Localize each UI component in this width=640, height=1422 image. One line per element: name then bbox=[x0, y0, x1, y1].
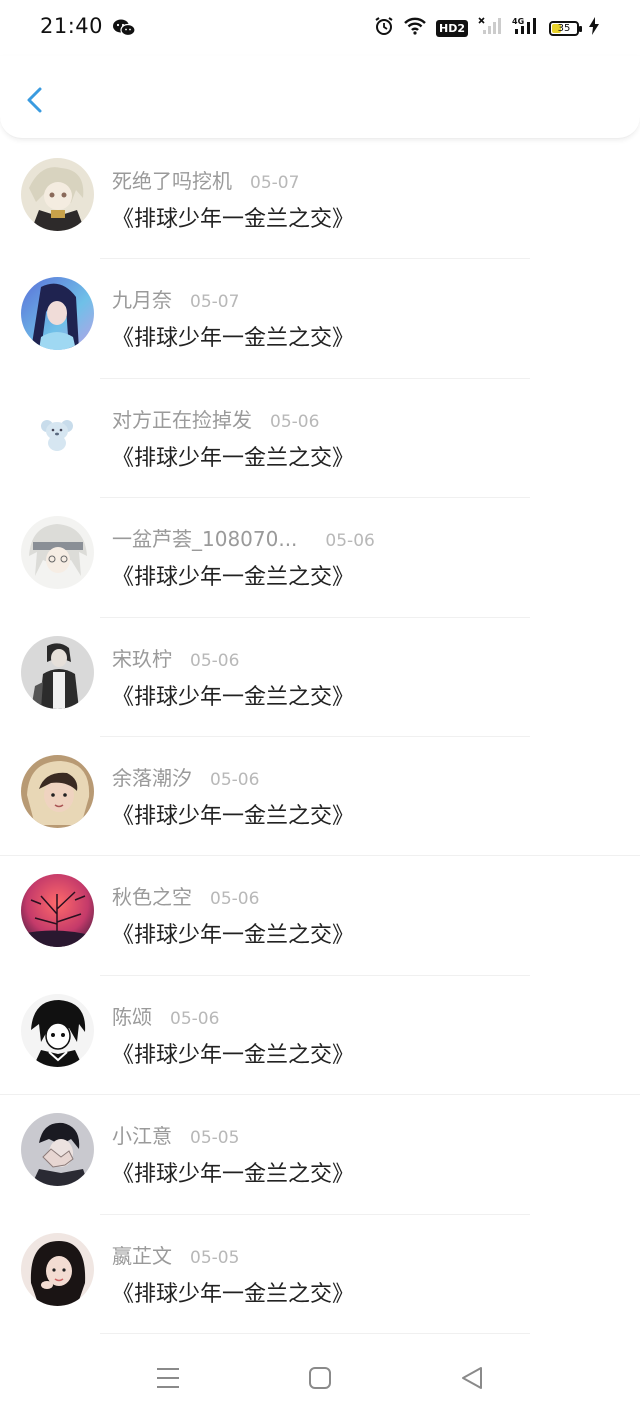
avatar[interactable] bbox=[21, 158, 94, 231]
svg-text:4G: 4G bbox=[512, 17, 524, 26]
user-name: 死绝了吗挖机 bbox=[112, 169, 232, 193]
item-date: 05-07 bbox=[190, 292, 240, 313]
hd-badge: HD2 bbox=[436, 19, 468, 37]
list-item[interactable]: 陈颂 05-06 《排球少年一金兰之交》 bbox=[0, 976, 640, 1096]
list-item[interactable]: 一盆芦荟_108070... 05-06 《排球少年一金兰之交》 bbox=[0, 498, 640, 618]
item-date: 05-07 bbox=[250, 173, 300, 193]
charging-icon bbox=[588, 16, 600, 40]
item-date: 05-06 bbox=[210, 889, 260, 910]
item-date: 05-05 bbox=[190, 1247, 240, 1268]
avatar[interactable] bbox=[21, 1113, 94, 1187]
item-date: 05-06 bbox=[170, 1008, 220, 1029]
item-title: 《排球少年一金兰之交》 bbox=[112, 923, 355, 949]
user-name: 小江意 bbox=[112, 1124, 172, 1149]
item-date: 05-06 bbox=[325, 531, 375, 552]
list-item[interactable]: 对方正在捡掉发 05-06 《排球少年一金兰之交》 bbox=[0, 379, 640, 499]
item-date: 05-06 bbox=[270, 411, 320, 432]
user-name: 嬴芷文 bbox=[112, 1243, 172, 1268]
signal-empty-icon bbox=[477, 16, 503, 40]
wechat-icon bbox=[112, 18, 136, 42]
avatar[interactable] bbox=[21, 277, 94, 351]
system-nav-bar bbox=[0, 1332, 640, 1422]
avatar[interactable] bbox=[21, 1232, 94, 1306]
list-item[interactable]: 秋色之空 05-06 《排球少年一金兰之交》 bbox=[0, 856, 640, 976]
alarm-icon bbox=[374, 16, 394, 40]
user-name: 秋色之空 bbox=[112, 885, 192, 910]
item-date: 05-06 bbox=[190, 650, 240, 671]
item-title: 《排球少年一金兰之交》 bbox=[112, 1042, 355, 1068]
list-item[interactable]: 小江意 05-05 《排球少年一金兰之交》 bbox=[0, 1095, 640, 1215]
status-time: 21:40 bbox=[40, 14, 104, 38]
list-item[interactable]: 九月奈 05-07 《排球少年一金兰之交》 bbox=[0, 259, 640, 379]
chevron-left-icon bbox=[27, 87, 42, 113]
user-name: 余落潮汐 bbox=[112, 765, 192, 790]
avatar[interactable] bbox=[21, 754, 94, 828]
item-title: 《排球少年一金兰之交》 bbox=[112, 1162, 355, 1188]
item-title: 《排球少年一金兰之交》 bbox=[112, 326, 355, 352]
wifi-icon bbox=[403, 16, 427, 40]
status-bar: 21:40 HD2 4G 35 bbox=[0, 0, 640, 56]
avatar[interactable] bbox=[21, 396, 94, 470]
user-list: 死绝了吗挖机 05-07 《排球少年一金兰之交》 九月奈 05-07 《排球少年… bbox=[0, 140, 640, 1334]
home-button[interactable] bbox=[300, 1358, 340, 1398]
item-date: 05-06 bbox=[210, 769, 260, 790]
status-icons: HD2 4G 35 bbox=[374, 16, 600, 40]
item-title: 《排球少年一金兰之交》 bbox=[112, 684, 355, 710]
avatar[interactable] bbox=[21, 874, 94, 948]
user-name: 九月奈 bbox=[112, 288, 172, 313]
user-name: 陈颂 bbox=[112, 1004, 152, 1029]
battery-icon: 35 bbox=[549, 20, 582, 36]
item-title: 《排球少年一金兰之交》 bbox=[112, 565, 355, 591]
avatar[interactable] bbox=[21, 516, 94, 590]
nav-back-button[interactable] bbox=[452, 1358, 492, 1398]
user-name: 宋玖柠 bbox=[112, 646, 172, 671]
item-title: 《排球少年一金兰之交》 bbox=[112, 803, 355, 829]
avatar[interactable] bbox=[21, 993, 94, 1067]
list-item[interactable]: 余落潮汐 05-06 《排球少年一金兰之交》 bbox=[0, 737, 640, 857]
back-triangle-icon bbox=[462, 1367, 482, 1389]
item-title: 《排球少年一金兰之交》 bbox=[112, 207, 355, 232]
list-item[interactable]: 死绝了吗挖机 05-07 《排球少年一金兰之交》 bbox=[0, 140, 640, 260]
user-name: 一盆芦荟_108070... bbox=[112, 527, 298, 552]
home-square-icon bbox=[309, 1367, 331, 1389]
list-item[interactable]: 宋玖柠 05-06 《排球少年一金兰之交》 bbox=[0, 618, 640, 737]
menu-button[interactable] bbox=[148, 1358, 188, 1398]
avatar[interactable] bbox=[21, 635, 94, 709]
item-title: 《排球少年一金兰之交》 bbox=[112, 445, 355, 471]
list-item[interactable]: 嬴芷文 05-05 《排球少年一金兰之交》 bbox=[0, 1215, 640, 1334]
item-date: 05-05 bbox=[190, 1128, 240, 1149]
signal-4g-icon: 4G bbox=[512, 16, 540, 40]
back-button[interactable] bbox=[18, 80, 52, 120]
user-name: 对方正在捡掉发 bbox=[112, 407, 252, 432]
item-title: 《排球少年一金兰之交》 bbox=[112, 1281, 355, 1307]
menu-icon bbox=[157, 1368, 179, 1388]
battery-level: 35 bbox=[557, 22, 571, 34]
header bbox=[0, 56, 640, 139]
